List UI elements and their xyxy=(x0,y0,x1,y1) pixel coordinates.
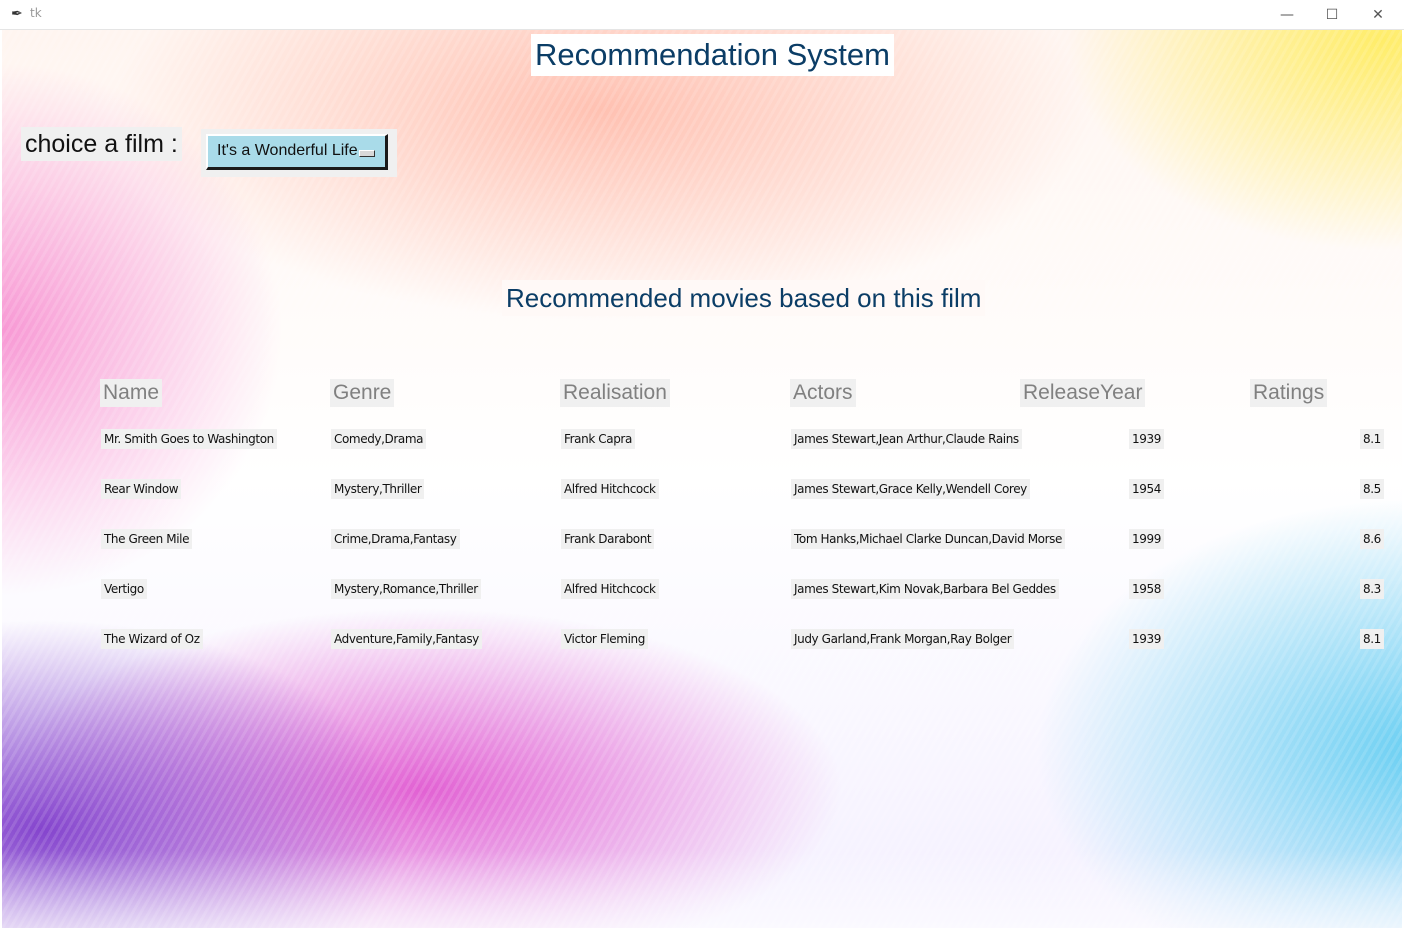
cell-year: 1999 xyxy=(1129,529,1164,549)
cell-name: Mr. Smith Goes to Washington xyxy=(101,429,277,449)
page-title: Recommendation System xyxy=(531,34,894,76)
cell-genre: Comedy,Drama xyxy=(331,429,427,449)
cell-year: 1958 xyxy=(1129,579,1164,599)
film-dropdown-frame: It's a Wonderful Life xyxy=(201,129,397,177)
window-titlebar: ✒ tk — ☐ ✕ xyxy=(0,0,1404,30)
column-header-releaseyear: ReleaseYear xyxy=(1020,379,1146,407)
film-dropdown-value: It's a Wonderful Life xyxy=(217,142,358,159)
cell-year: 1939 xyxy=(1129,629,1164,649)
cell-name: The Green Mile xyxy=(101,529,193,549)
cell-name: Vertigo xyxy=(101,579,147,599)
window-title: tk xyxy=(30,6,42,20)
cell-director: Alfred Hitchcock xyxy=(561,579,659,599)
maximize-button[interactable]: ☐ xyxy=(1309,0,1355,29)
cell-director: Frank Darabont xyxy=(561,529,655,549)
cell-genre: Adventure,Family,Fantasy xyxy=(331,629,482,649)
cell-director: Alfred Hitchcock xyxy=(561,479,659,499)
column-header-ratings: Ratings xyxy=(1250,379,1328,407)
column-header-realisation: Realisation xyxy=(560,379,670,407)
results-title: Recommended movies based on this film xyxy=(502,280,986,316)
app-canvas: Recommendation System choice a film : It… xyxy=(2,30,1402,928)
cell-rating: 8.1 xyxy=(1360,629,1384,649)
cell-director: Frank Capra xyxy=(561,429,635,449)
cell-year: 1939 xyxy=(1129,429,1164,449)
cell-name: Rear Window xyxy=(101,479,182,499)
cell-rating: 8.6 xyxy=(1360,529,1384,549)
cell-actors: James Stewart,Jean Arthur,Claude Rains xyxy=(791,429,1022,449)
cell-genre: Mystery,Romance,Thriller xyxy=(331,579,481,599)
dropdown-indicator-icon xyxy=(359,150,375,157)
cell-rating: 8.5 xyxy=(1360,479,1384,499)
film-dropdown[interactable]: It's a Wonderful Life xyxy=(206,134,388,170)
cell-director: Victor Fleming xyxy=(561,629,648,649)
cell-genre: Mystery,Thriller xyxy=(331,479,425,499)
cell-rating: 8.3 xyxy=(1360,579,1384,599)
feather-icon: ✒ xyxy=(11,5,23,21)
column-header-genre: Genre xyxy=(330,379,395,407)
minimize-button[interactable]: — xyxy=(1264,0,1310,29)
cell-year: 1954 xyxy=(1129,479,1164,499)
cell-actors: Tom Hanks,Michael Clarke Duncan,David Mo… xyxy=(791,529,1065,549)
column-header-actors: Actors xyxy=(790,379,856,407)
close-button[interactable]: ✕ xyxy=(1355,0,1401,29)
cell-rating: 8.1 xyxy=(1360,429,1384,449)
cell-genre: Crime,Drama,Fantasy xyxy=(331,529,460,549)
cell-name: The Wizard of Oz xyxy=(101,629,203,649)
film-choice-label: choice a film : xyxy=(21,127,182,161)
cell-actors: James Stewart,Grace Kelly,Wendell Corey xyxy=(791,479,1030,499)
cell-actors: Judy Garland,Frank Morgan,Ray Bolger xyxy=(791,629,1015,649)
column-header-name: Name xyxy=(100,379,163,407)
cell-actors: James Stewart,Kim Novak,Barbara Bel Gedd… xyxy=(791,579,1059,599)
